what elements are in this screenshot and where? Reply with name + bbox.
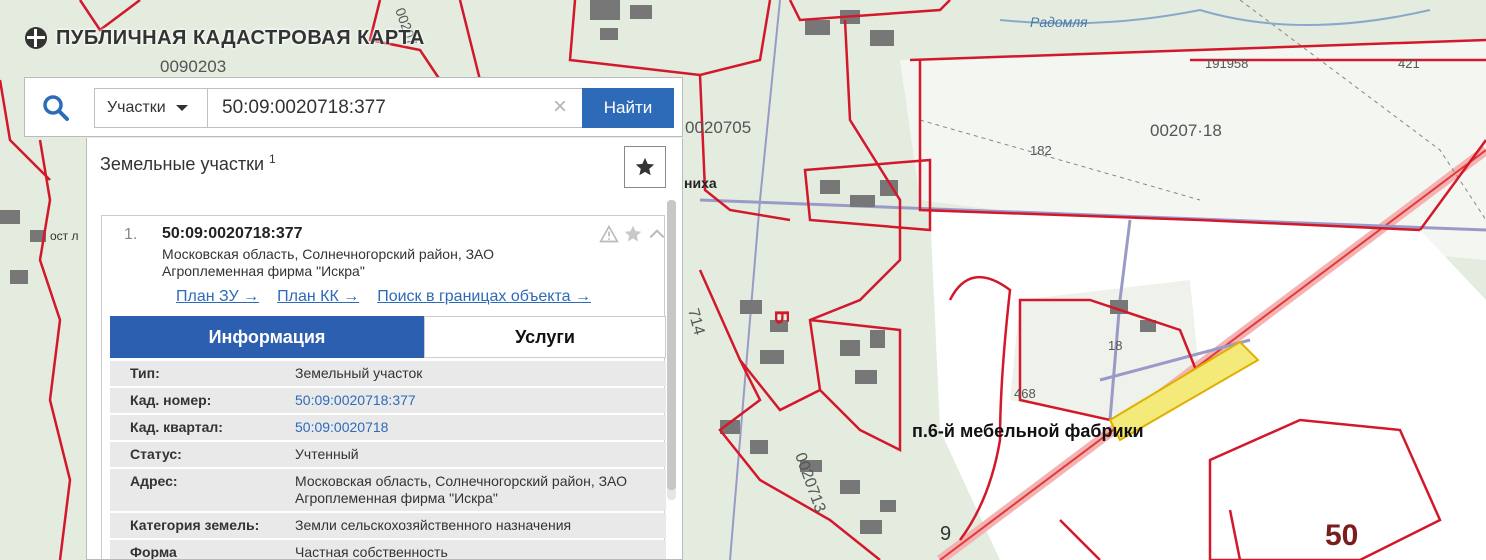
result-address: Московская область, Солнечногорский райо…	[162, 246, 494, 279]
table-row: Категория земель: Земли сельскохозяйстве…	[110, 513, 666, 538]
info-value: Учтенный	[295, 446, 359, 462]
map-label-place: ниха	[684, 175, 717, 191]
panel-title: Земельные участки 1	[100, 152, 276, 175]
info-key: Тип:	[130, 365, 160, 381]
map-label-quarter: 00207·18	[1150, 121, 1222, 140]
map-label-parcel: 50	[1325, 519, 1358, 552]
search-bar: Участки × Найти	[24, 77, 683, 137]
result-links: План ЗУ → План КК → Поиск в границах объ…	[176, 288, 591, 306]
star-icon	[635, 157, 655, 176]
info-key: Категория земель:	[130, 517, 260, 533]
scrollbar-thumb[interactable]	[667, 200, 676, 490]
search-icon[interactable]	[41, 93, 71, 123]
plan-zu-link[interactable]: План ЗУ →	[176, 288, 259, 306]
plan-kk-link[interactable]: План КК →	[277, 288, 359, 306]
info-key: Адрес:	[130, 473, 178, 489]
map-label-block: Б	[770, 310, 792, 324]
table-row: Кад. квартал: 50:09:0020718	[110, 415, 666, 440]
chevron-down-icon	[175, 105, 188, 111]
info-key: Форма	[130, 544, 177, 560]
table-row: Статус: Учтенный	[110, 442, 666, 467]
map-label-parcel: 18	[1108, 338, 1122, 353]
table-row: Адрес: Московская область, Солнечногорск…	[110, 469, 666, 511]
map-label-parcel: 421	[1398, 56, 1420, 71]
card-actions	[599, 224, 667, 244]
table-row: Кад. номер: 50:09:0020718:377	[110, 388, 666, 413]
cad-number-link[interactable]: 50:09:0020718:377	[295, 388, 666, 413]
info-key: Кад. квартал:	[130, 419, 223, 435]
search-in-bounds-link[interactable]: Поиск в границах объекта →	[377, 288, 591, 306]
table-row: Тип: Земельный участок	[110, 361, 666, 386]
map-label-place: п.6-й мебельной фабрики	[912, 421, 1144, 441]
map-label-quarter: 0090203	[160, 57, 226, 76]
map-label-parcel: 468	[1014, 386, 1036, 401]
info-value: Частная собственность	[295, 544, 448, 560]
chevron-up-icon[interactable]	[647, 224, 667, 244]
info-key: Статус:	[130, 446, 182, 462]
info-value: Московская область, Солнечногорский райо…	[295, 473, 627, 506]
close-icon[interactable]: ×	[549, 95, 571, 119]
app-logo[interactable]: ПУБЛИЧНАЯ КАДАСТРОВАЯ КАРТА	[24, 26, 425, 50]
favorites-button[interactable]	[624, 146, 666, 188]
search-type-select[interactable]: Участки	[94, 88, 208, 128]
results-count: 1	[269, 152, 276, 166]
cad-quarter-link[interactable]: 50:09:0020718	[295, 415, 666, 440]
tab-info[interactable]: Информация	[110, 316, 424, 358]
map-label-quarter: 0020705	[685, 118, 751, 137]
search-input[interactable]	[207, 88, 583, 128]
search-type-label: Участки	[107, 99, 166, 116]
map-label-parcel: 9	[940, 523, 951, 545]
result-cad-number[interactable]: 50:09:0020718:377	[162, 225, 303, 243]
panel-title-text: Земельные участки	[100, 154, 265, 174]
results-panel: Земельные участки 1 1. 50:09:0020718:377…	[86, 138, 683, 560]
logo-icon	[25, 27, 47, 49]
info-key: Кад. номер:	[130, 392, 212, 408]
app-title: ПУБЛИЧНАЯ КАДАСТРОВАЯ КАРТА	[56, 26, 425, 49]
info-table: Тип: Земельный участок Кад. номер: 50:09…	[110, 361, 666, 560]
map-label-parcel: 182	[1030, 143, 1052, 158]
info-value: Земельный участок	[295, 365, 423, 381]
result-index: 1.	[124, 226, 138, 243]
info-value: Земли сельскохозяйственного назначения	[295, 517, 572, 533]
star-icon[interactable]	[623, 224, 643, 244]
table-row: Форма Частная собственность	[110, 540, 666, 560]
result-tabs: Информация Услуги	[110, 316, 666, 358]
map-label-parcel: 191958	[1205, 56, 1248, 71]
scrollbar[interactable]	[667, 200, 676, 500]
map-label-river: Радомля	[1030, 14, 1088, 30]
map-label-misc: ост л	[50, 229, 79, 243]
warning-icon[interactable]	[599, 224, 619, 244]
result-card: 1. 50:09:0020718:377 Московская область,…	[101, 215, 667, 560]
tab-services[interactable]: Услуги	[424, 316, 666, 358]
find-button[interactable]: Найти	[582, 88, 674, 128]
